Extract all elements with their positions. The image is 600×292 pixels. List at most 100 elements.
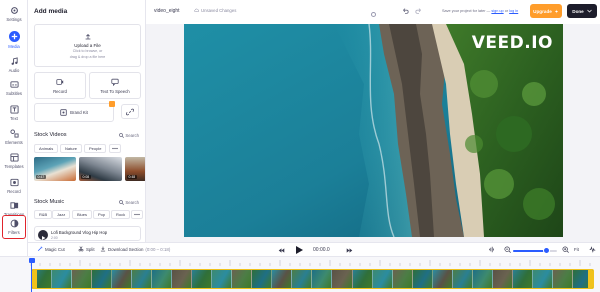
rewind-icon[interactable]: [278, 247, 285, 254]
play-track-button[interactable]: [38, 229, 48, 240]
clip-frame: [452, 270, 473, 288]
zoom-out-icon[interactable]: [504, 246, 511, 253]
video-clip-track[interactable]: [31, 269, 594, 289]
magic-cut-label: Magic Cut: [45, 246, 65, 252]
upload-title: Upload a File: [74, 43, 101, 48]
log-in-link[interactable]: log in: [509, 9, 518, 13]
rail-label: Elements: [5, 140, 23, 145]
transitions-icon: [9, 202, 18, 209]
chip-rnb[interactable]: R&B: [34, 210, 53, 219]
undo-icon[interactable]: [401, 7, 409, 15]
clip-frame: [392, 270, 413, 288]
stock-video-thumb[interactable]: 0:48: [125, 157, 145, 181]
clip-frame: [272, 270, 293, 288]
download-section-label: Download Section: [108, 246, 144, 252]
zoom-slider[interactable]: [513, 247, 557, 254]
clip-frame: [192, 270, 213, 288]
clip-trim-end-handle[interactable]: [588, 270, 593, 288]
plus-icon: [8, 31, 20, 42]
voice-icon[interactable]: [488, 246, 495, 253]
clip-frame: [212, 270, 233, 288]
clip-frame: [132, 270, 153, 288]
clip-frame: [532, 270, 553, 288]
rotate-handle[interactable]: [371, 12, 376, 17]
clip-frame: [412, 270, 433, 288]
brand-kit-label: Brand Kit: [70, 110, 88, 115]
clip-frame: [372, 270, 393, 288]
track-duration: 2:00: [51, 235, 58, 240]
stock-video-thumb[interactable]: 0:47: [34, 157, 76, 181]
search-icon: [119, 200, 125, 205]
play-icon: [42, 235, 46, 240]
play-icon[interactable]: [294, 245, 304, 255]
gear-icon: [10, 7, 18, 14]
zoom-fit-button[interactable]: Fit: [574, 247, 579, 252]
timeline: [0, 256, 600, 292]
chip-rock[interactable]: Rock: [111, 210, 131, 219]
magic-cut-button[interactable]: Magic Cut: [37, 246, 65, 252]
rail-label: Media: [8, 44, 20, 49]
rail-item-record[interactable]: Record: [2, 176, 26, 198]
stock-videos-search[interactable]: Search: [119, 133, 139, 138]
done-button[interactable]: Done: [567, 4, 597, 18]
playhead[interactable]: [31, 258, 32, 292]
record-label: Record: [53, 89, 67, 94]
rail-label: Templates: [4, 164, 24, 169]
project-name[interactable]: video_eight: [154, 8, 180, 14]
magic-wand-icon: [37, 246, 43, 252]
text-icon: [9, 105, 19, 114]
music-note-icon: [11, 57, 18, 65]
chip-animals[interactable]: Animals: [34, 144, 59, 153]
rail-item-settings[interactable]: Settings: [2, 4, 26, 26]
download-section-button[interactable]: Download Section (0:00 – 0:18): [100, 246, 170, 252]
clip-trim-start-handle[interactable]: [32, 270, 37, 288]
split-button[interactable]: Split: [78, 246, 95, 252]
scissors-icon: [78, 246, 84, 252]
zoom-slider-handle[interactable]: [542, 247, 550, 254]
veed-editor: Settings Media Audio Subtitles Text Elem…: [0, 0, 600, 292]
upload-hint: drag & drop a file here: [69, 54, 106, 59]
chip-pop[interactable]: Pop: [93, 210, 111, 219]
chip-more[interactable]: [131, 210, 143, 219]
record-tile[interactable]: Record: [34, 72, 86, 99]
playhead-handle[interactable]: [28, 258, 35, 263]
link-tile[interactable]: [121, 104, 139, 119]
sign-up-link[interactable]: sign up: [491, 9, 503, 13]
track-title: Lofi Background Vlog Hip Hop: [51, 230, 108, 235]
clip-frame: [312, 270, 333, 288]
rail-item-text[interactable]: Text: [2, 103, 26, 125]
rail-item-subtitles[interactable]: Subtitles: [2, 78, 26, 100]
stock-music-search[interactable]: Search: [119, 200, 139, 205]
upload-dropzone[interactable]: Upload a File Click to browse, or drag &…: [34, 24, 141, 67]
brand-kit-tile[interactable]: Brand Kit: [34, 101, 115, 122]
chip-nature[interactable]: Nature: [60, 144, 83, 153]
rail-item-audio[interactable]: Audio: [2, 55, 26, 77]
stock-videos-title: Stock Videos: [34, 132, 67, 138]
add-media-panel: Add media Upload a File Click to browse,…: [28, 0, 146, 242]
text-to-speech-tile[interactable]: Text To Speech: [89, 72, 141, 99]
chip-blues[interactable]: Blues: [72, 210, 93, 219]
stock-music-track[interactable]: Lofi Background Vlog Hip Hop 2:00: [34, 226, 141, 241]
fast-forward-icon[interactable]: [346, 247, 353, 254]
stock-video-thumb[interactable]: 0:08: [79, 157, 122, 181]
video-preview[interactable]: VEED.IO: [184, 24, 563, 237]
subtitles-icon: [9, 81, 19, 88]
veed-watermark: VEED.IO: [471, 33, 553, 53]
chip-people[interactable]: People: [84, 144, 107, 153]
chip-jazz[interactable]: Jazz: [52, 210, 71, 219]
rail-item-templates[interactable]: Templates: [2, 151, 26, 173]
rail-item-elements[interactable]: Elements: [2, 127, 26, 149]
redo-icon[interactable]: [415, 7, 423, 15]
record-icon: [9, 178, 19, 187]
upgrade-button[interactable]: Upgrade: [530, 4, 562, 18]
more-icon: [134, 213, 140, 216]
chip-more[interactable]: [109, 144, 121, 153]
chevron-down-icon: [586, 9, 592, 13]
waveform-icon[interactable]: [589, 246, 596, 253]
clip-frame: [252, 270, 273, 288]
rail-item-filters[interactable]: Filters: [2, 217, 26, 239]
timeline-ruler[interactable]: [30, 260, 595, 266]
clip-frame: [72, 270, 93, 288]
zoom-in-icon[interactable]: [562, 246, 569, 253]
rail-item-media[interactable]: Media: [2, 30, 26, 52]
